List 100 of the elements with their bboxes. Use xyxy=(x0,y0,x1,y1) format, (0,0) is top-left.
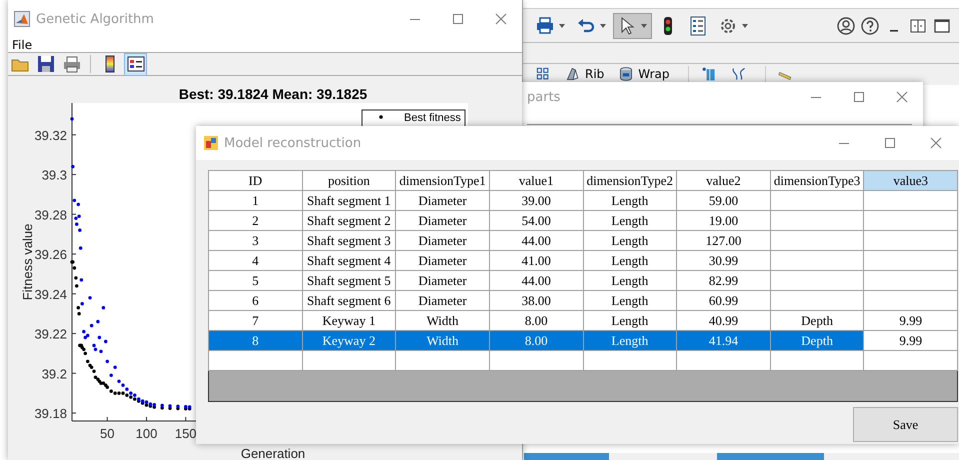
table-cell: Length xyxy=(583,230,677,250)
data-point xyxy=(99,350,103,354)
printer-icon[interactable] xyxy=(535,16,555,36)
table-cell: 2 xyxy=(208,210,302,230)
table-cell: Width xyxy=(396,330,490,350)
column-header[interactable]: position xyxy=(302,170,396,190)
data-point xyxy=(78,246,82,250)
menu-item[interactable]: File xyxy=(12,38,32,52)
tick-label: 39.22 xyxy=(34,326,67,342)
legend-icon[interactable] xyxy=(126,55,144,73)
table-cell: Length xyxy=(583,290,677,310)
axis-label: Fitness value xyxy=(20,224,35,300)
table-cell: Diameter xyxy=(396,290,490,310)
window-title: Genetic Algorithm xyxy=(36,12,154,26)
table-cell: 5 xyxy=(208,270,302,290)
table-cell: Shaft segment 6 xyxy=(302,290,396,310)
flag-icon[interactable] xyxy=(700,66,717,82)
table-cell: Diameter xyxy=(396,250,490,270)
column-header[interactable]: value3 xyxy=(864,170,958,190)
table-cell: Length xyxy=(583,210,677,230)
data-point xyxy=(75,284,78,288)
table-cell: 8 xyxy=(208,330,302,350)
column-header[interactable]: value1 xyxy=(489,170,583,190)
maximize-icon[interactable] xyxy=(852,91,864,103)
table-cell: Length xyxy=(583,330,677,350)
table-cell: 19.00 xyxy=(676,210,770,230)
close-icon[interactable] xyxy=(896,91,908,103)
column-header[interactable]: dimensionType3 xyxy=(770,170,864,190)
maximize-icon[interactable] xyxy=(452,13,464,25)
data-point xyxy=(98,336,102,340)
table-cell: Diameter xyxy=(396,210,490,230)
data-point xyxy=(71,164,74,168)
data-point xyxy=(74,276,78,280)
table-cell: 4 xyxy=(208,250,302,270)
chart-title: Best: 39.1824 Mean: 39.1825 xyxy=(178,86,368,102)
table-cell: 82.99 xyxy=(676,270,770,290)
data-point xyxy=(102,306,106,310)
table-cell: Depth xyxy=(770,330,864,350)
table-cell: 6 xyxy=(208,290,302,310)
user-icon[interactable] xyxy=(836,16,856,36)
wrap-button[interactable]: Wrap xyxy=(614,66,680,82)
table-cell: 30.99 xyxy=(676,250,770,270)
close-icon[interactable] xyxy=(930,137,942,149)
tick-label: 39.3 xyxy=(42,168,67,183)
table-cell: 60.99 xyxy=(676,290,770,310)
axis-label: Generation xyxy=(240,446,306,460)
data-point xyxy=(80,278,84,282)
app-icon xyxy=(14,11,30,27)
table-cell: 127.00 xyxy=(676,230,770,250)
tick-label: 150 xyxy=(174,426,197,441)
window-title: Model reconstruction xyxy=(224,136,362,150)
table-cell: Keyway 2 xyxy=(302,330,396,350)
data-point xyxy=(90,324,94,328)
data-point xyxy=(88,296,92,300)
maximize-icon[interactable] xyxy=(884,137,896,149)
rib-button[interactable]: Rib xyxy=(561,66,614,82)
caret-icon[interactable] xyxy=(741,22,749,28)
table-cell: 44.00 xyxy=(489,270,583,290)
curve-icon[interactable] xyxy=(730,66,747,82)
caret-icon[interactable] xyxy=(558,22,566,28)
tick-label: 50 xyxy=(100,426,115,441)
legend-label: Best fitness xyxy=(404,112,461,124)
app-icon xyxy=(204,136,218,150)
pattern-icon[interactable] xyxy=(535,66,551,82)
table-cell: Diameter xyxy=(396,190,490,210)
table-cell: Length xyxy=(583,270,677,290)
caret-icon[interactable] xyxy=(640,22,648,28)
printer-icon[interactable] xyxy=(62,55,80,73)
data-point xyxy=(77,312,81,316)
column-header[interactable]: ID xyxy=(208,170,302,190)
save-button[interactable]: Save xyxy=(853,407,958,442)
data-point xyxy=(110,374,113,377)
rib-icon xyxy=(565,66,581,82)
data-point xyxy=(104,340,108,344)
tick-label: 39.28 xyxy=(34,207,67,222)
caret-icon[interactable] xyxy=(599,22,607,28)
tick-label: 39.24 xyxy=(34,286,67,302)
table-cell: 54.00 xyxy=(489,210,583,230)
column-header[interactable]: dimensionType1 xyxy=(396,170,490,190)
table-cell: Shaft segment 1 xyxy=(302,190,396,210)
tick-label: 39.26 xyxy=(34,247,67,262)
data-point xyxy=(70,117,74,121)
close-icon[interactable] xyxy=(494,13,506,25)
column-header[interactable]: dimensionType2 xyxy=(583,170,677,190)
table-cell: 9.99 xyxy=(864,330,958,350)
data-point xyxy=(78,228,82,232)
column-header[interactable]: value2 xyxy=(676,170,770,190)
table-cell: 1 xyxy=(208,190,302,210)
cylinder-icon xyxy=(618,66,634,82)
data-point xyxy=(75,222,78,226)
tick-label: 100 xyxy=(136,426,158,441)
help-icon[interactable] xyxy=(860,16,880,36)
list-icon[interactable] xyxy=(688,16,708,36)
table-cell: 41.94 xyxy=(676,330,770,350)
table-cell: Shaft segment 2 xyxy=(302,210,396,230)
table-cell: 44.00 xyxy=(489,230,583,250)
table-cell: Length xyxy=(583,250,677,270)
table-cell: Diameter xyxy=(396,270,490,290)
table-cell: 38.00 xyxy=(489,290,583,310)
table-cell: Shaft segment 4 xyxy=(302,250,396,270)
